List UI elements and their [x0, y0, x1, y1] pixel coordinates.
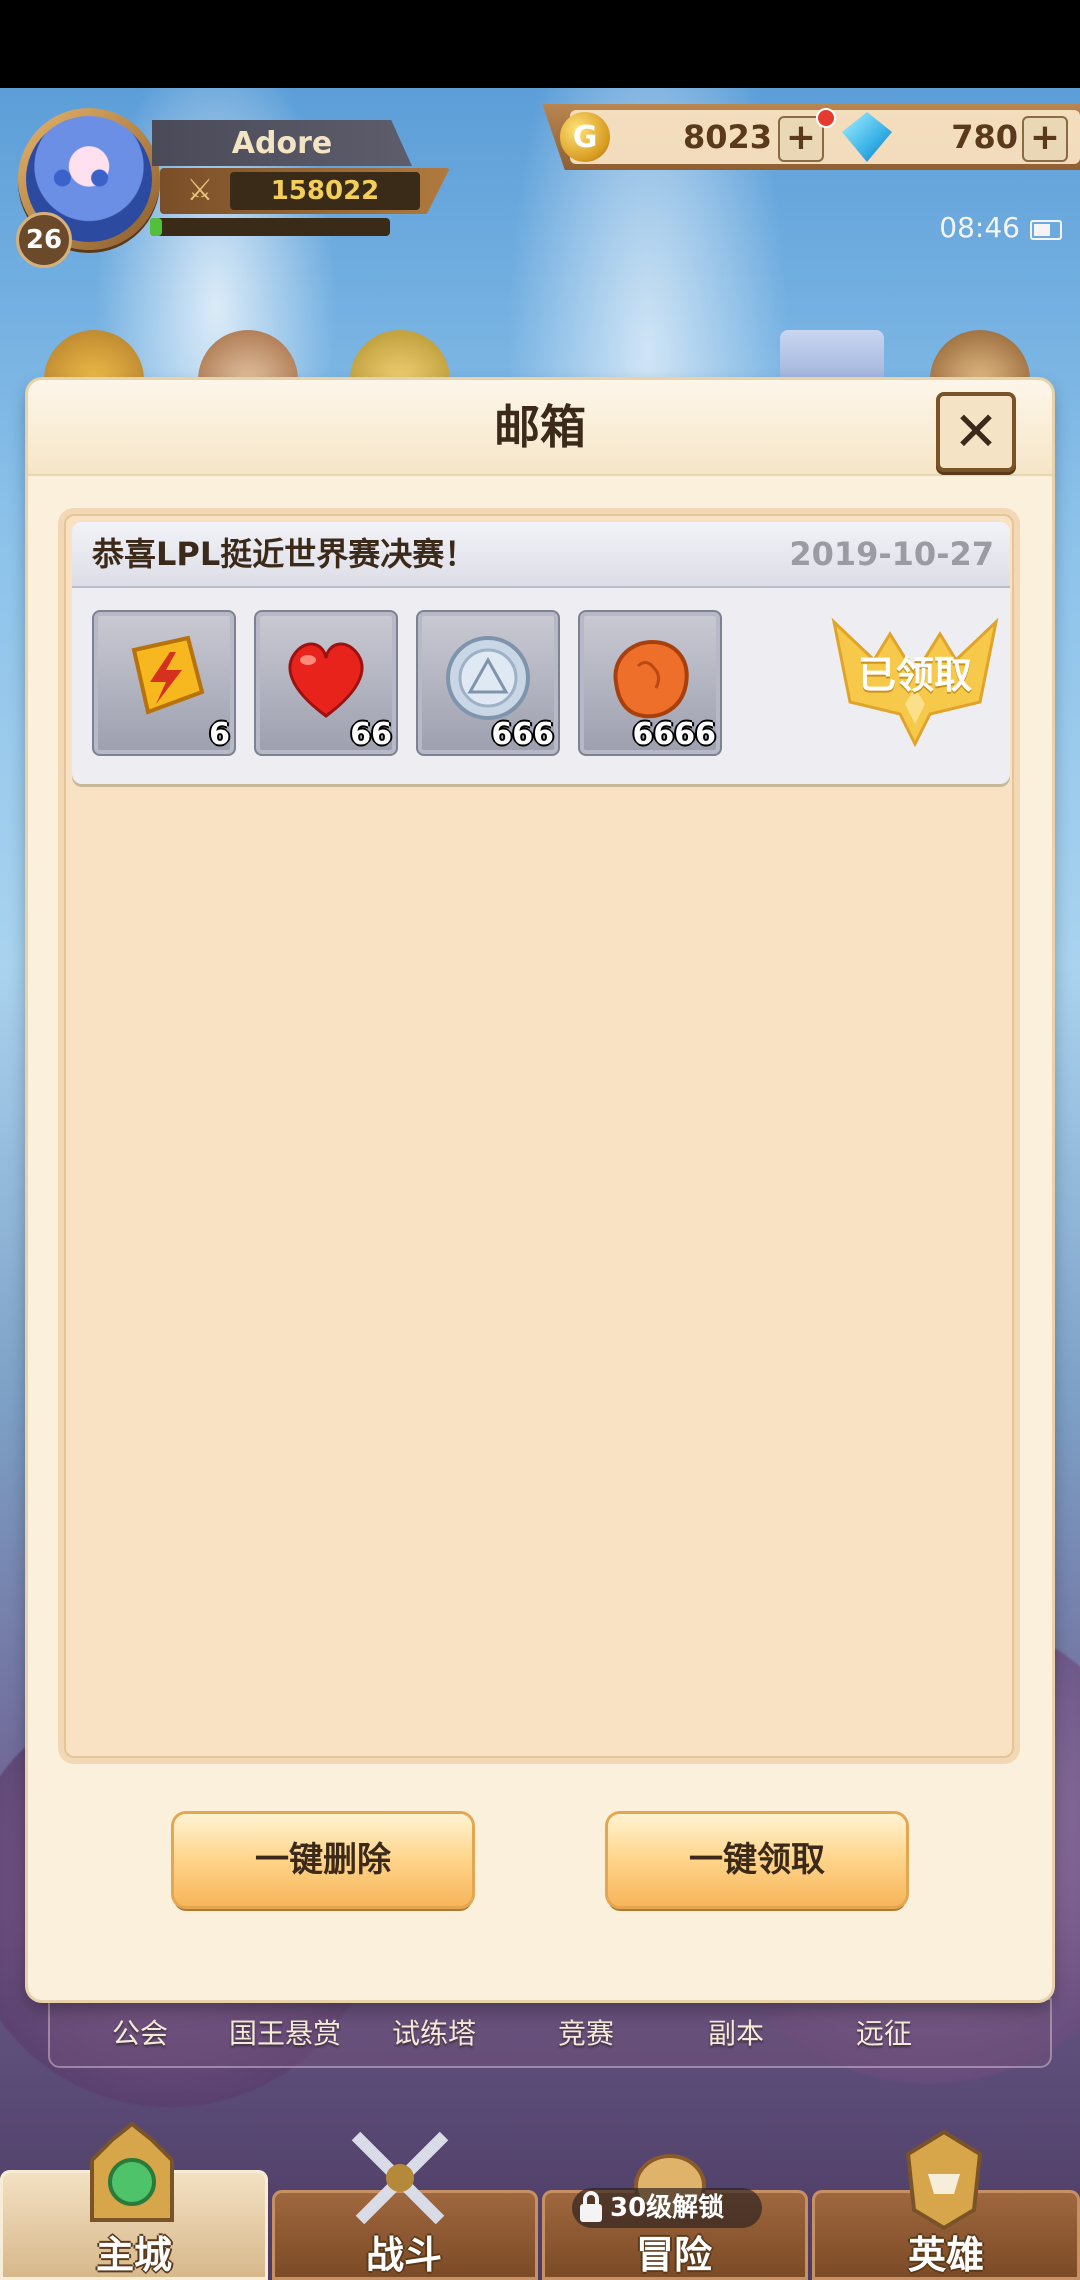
gem-amount: 780	[951, 118, 1018, 156]
claimed-stamp: 已领取	[830, 604, 1000, 754]
gold-amount: 8023	[682, 118, 772, 156]
menu-expedition[interactable]: 远征	[834, 2014, 934, 2054]
menu-dungeon[interactable]: 副本	[686, 2014, 786, 2054]
claimed-status: 已领取	[857, 653, 972, 697]
reward-slot[interactable]: 6	[92, 610, 236, 756]
reward-slot[interactable]: 666	[416, 610, 560, 756]
claim-all-button[interactable]: 一键领取	[608, 1814, 906, 1906]
reward-quantity: 666	[491, 717, 554, 752]
player-level-badge: 26	[16, 212, 72, 268]
delete-all-label: 一键删除	[255, 1840, 391, 1880]
close-button[interactable]: ✕	[936, 392, 1016, 472]
crossed-swords-icon: ⚔	[186, 173, 214, 208]
reward-quantity: 6666	[632, 717, 717, 752]
mail-subject: 恭喜LPL挺近世界赛决赛！	[92, 535, 477, 573]
mail-item[interactable]: 恭喜LPL挺近世界赛决赛！ 2019-10-27 6 66 666 6666 已…	[72, 522, 1010, 784]
lock-icon	[580, 2191, 602, 2222]
notification-dot	[816, 108, 836, 128]
mail-date: 2019-10-27	[789, 535, 994, 573]
player-name: Adore	[152, 120, 412, 166]
reward-slot[interactable]: 6666	[578, 610, 722, 756]
battery-icon	[1030, 220, 1062, 240]
delete-all-button[interactable]: 一键删除	[174, 1814, 472, 1906]
tab-label-adventure: 冒险	[635, 2233, 712, 2277]
game-screen: 26 Adore ⚔ 158022 G 8023 + 780 + 08:46 公…	[0, 0, 1080, 2280]
add-gems-button[interactable]: +	[1022, 116, 1068, 162]
claim-all-label: 一键领取	[689, 1840, 825, 1880]
unlock-requirement: 30级解锁	[610, 2193, 725, 2223]
avatar-face	[50, 168, 112, 188]
experience-bar	[150, 218, 390, 236]
tab-label-heroes: 英雄	[907, 2233, 984, 2277]
reward-slot[interactable]: 66	[254, 610, 398, 756]
combat-power-value: 158022	[230, 172, 420, 210]
tab-label-battle: 战斗	[365, 2233, 442, 2277]
menu-king-bounty[interactable]: 国王悬赏	[218, 2014, 352, 2054]
lightning-rune-icon	[131, 635, 205, 715]
menu-guild[interactable]: 公会	[90, 2014, 190, 2054]
experience-fill	[150, 218, 162, 236]
mailbox-dialog: 邮箱 ✕ 恭喜LPL挺近世界赛决赛！ 2019-10-27 6 66 666 6…	[28, 380, 1052, 2000]
reward-quantity: 6	[209, 717, 230, 752]
menu-contest[interactable]: 竞赛	[536, 2014, 636, 2054]
close-icon: ✕	[953, 400, 999, 463]
silver-coin-icon	[446, 636, 530, 720]
crossed-swords-icon	[351, 2131, 449, 2225]
clock: 08:46	[939, 211, 1020, 244]
status-bar-area	[0, 0, 1080, 88]
orange-ore-icon	[613, 639, 689, 719]
tab-label-main-city: 主城	[95, 2233, 172, 2277]
hero-helmet-icon	[905, 2129, 983, 2231]
dialog-title: 邮箱	[494, 400, 586, 454]
gold-coin-icon: G	[560, 112, 610, 162]
heart-icon	[288, 642, 364, 718]
menu-trial-tower[interactable]: 试练塔	[382, 2014, 486, 2054]
reward-quantity: 66	[350, 717, 392, 752]
castle-emblem-icon	[90, 2121, 174, 2222]
